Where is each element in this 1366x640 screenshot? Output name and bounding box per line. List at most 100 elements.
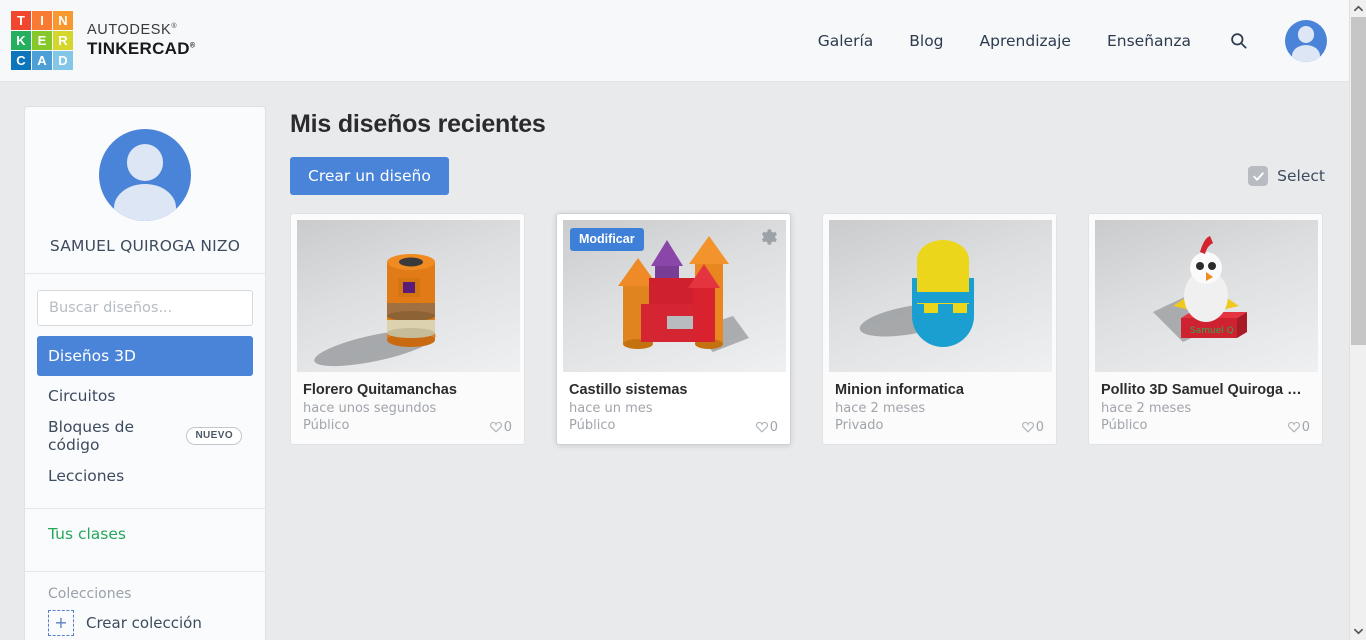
design-time: hace unos segundos: [303, 401, 437, 416]
design-meta-text: hace un mes Público: [569, 401, 653, 435]
like-count: 0: [1301, 419, 1310, 435]
design-meta: hace un mes Público 0: [569, 401, 778, 435]
design-visibility: Público: [303, 417, 350, 433]
svg-text:Samuel Q: Samuel Q: [1190, 326, 1234, 336]
design-card[interactable]: Modificar Castillo sistemas hace un mes …: [556, 213, 791, 445]
brand-tinkercad-label: TINKERCAD: [87, 39, 190, 59]
logo-tile-e: E: [32, 31, 52, 50]
design-title: Florero Quitamanchas: [303, 382, 457, 398]
brand-wordmark: AUTODESK® TINKERCAD®: [87, 22, 195, 58]
scrollbar-thumb[interactable]: [1351, 17, 1366, 345]
collections-heading: Colecciones: [48, 586, 132, 602]
design-title: Minion informatica: [835, 382, 964, 398]
sidebar-item-label: Lecciones: [48, 467, 125, 485]
select-label: Select: [1277, 167, 1325, 185]
create-collection-button[interactable]: + Crear colección: [37, 606, 253, 640]
like-counter[interactable]: 0: [489, 420, 512, 435]
registered-mark-2: ®: [189, 42, 196, 50]
logo-tile-k: K: [11, 31, 31, 50]
logo-tile-c: C: [11, 51, 31, 70]
like-counter[interactable]: 0: [1287, 420, 1310, 435]
heart-icon: [755, 422, 768, 433]
sidebar-item-lecciones[interactable]: Lecciones: [37, 456, 253, 496]
sidebar-body: Diseños 3D Circuitos Bloques de código N…: [25, 274, 265, 640]
thumbnail-vase-render: [314, 254, 436, 367]
design-title: Castillo sistemas: [569, 382, 688, 398]
sidebar-avatar[interactable]: [99, 129, 191, 221]
logo-tile-a: A: [32, 51, 52, 70]
sidebar-classes-label: Tus clases: [48, 525, 126, 543]
select-checkbox[interactable]: [1248, 166, 1269, 186]
select-toggle[interactable]: Select: [1248, 166, 1325, 186]
designs-grid: Florero Quitamanchas hace unos segundos …: [290, 213, 1330, 445]
sidebar-item-disenos-3d[interactable]: Diseños 3D: [37, 336, 253, 376]
sidebar-profile: SAMUEL QUIROGA NIZO: [25, 107, 265, 274]
like-counter[interactable]: 0: [755, 420, 778, 435]
tinkercad-logo-grid: T I N K E R C A D: [11, 11, 73, 70]
design-meta: hace 2 meses Público 0: [1101, 401, 1310, 435]
design-card[interactable]: Florero Quitamanchas hace unos segundos …: [290, 213, 525, 445]
avatar[interactable]: [1285, 19, 1327, 62]
sidebar-item-bloques-de-codigo[interactable]: Bloques de código NUEVO: [37, 416, 253, 456]
sidebar-item-label: Circuitos: [48, 387, 116, 405]
design-meta-text: hace 2 meses Público: [1101, 401, 1191, 435]
nav-item-blog[interactable]: Blog: [909, 32, 943, 50]
logo-tile-i: I: [32, 11, 52, 30]
nav-item-ensenanza[interactable]: Enseñanza: [1107, 32, 1191, 50]
sidebar-item-label: Bloques de código: [48, 418, 134, 454]
sidebar-item-label: Diseños 3D: [48, 347, 136, 365]
heart-icon: [1287, 422, 1300, 433]
main-navigation: Galería Blog Aprendizaje Enseñanza: [818, 19, 1327, 62]
sidebar-username: SAMUEL QUIROGA NIZO: [49, 237, 241, 255]
brand-logo[interactable]: T I N K E R C A D AUTODESK® TINKERCAD®: [11, 11, 195, 70]
registered-mark-1: ®: [171, 23, 178, 31]
design-visibility: Público: [569, 417, 616, 433]
design-card-info: Castillo sistemas hace un mes Público 0: [563, 372, 784, 444]
design-card-info: Minion informatica hace 2 meses Privado …: [829, 372, 1050, 444]
like-counter[interactable]: 0: [1021, 420, 1044, 435]
design-meta-text: hace 2 meses Privado: [835, 401, 925, 435]
heart-icon: [489, 422, 502, 433]
design-meta-text: hace unos segundos Público: [303, 401, 436, 435]
design-time: hace 2 meses: [1101, 401, 1192, 416]
sidebar-nav: Diseños 3D Circuitos Bloques de código N…: [37, 336, 253, 496]
sidebar-avatar-head: [126, 143, 164, 181]
sidebar-item-circuitos[interactable]: Circuitos: [37, 376, 253, 416]
logo-tile-t: T: [11, 11, 31, 30]
design-visibility: Privado: [835, 417, 884, 433]
design-card[interactable]: Samuel Q Pollito 3D Samuel Quiroga Nizo: [1088, 213, 1323, 445]
like-count: 0: [503, 419, 512, 435]
design-visibility: Público: [1101, 417, 1148, 433]
top-header: T I N K E R C A D AUTODESK® TINKERCAD® G…: [0, 0, 1349, 82]
design-card-info: Pollito 3D Samuel Quiroga Nizo hace 2 me…: [1095, 372, 1316, 444]
like-count: 0: [1035, 419, 1044, 435]
logo-tile-d: D: [53, 51, 73, 70]
sidebar: SAMUEL QUIROGA NIZO Diseños 3D Circuitos…: [24, 106, 266, 640]
design-thumbnail: [297, 220, 520, 372]
design-thumbnail: Modificar: [563, 220, 786, 372]
nav-item-galeria[interactable]: Galería: [818, 32, 874, 50]
search-input[interactable]: [37, 290, 253, 326]
search-icon[interactable]: [1227, 30, 1249, 52]
nav-item-aprendizaje[interactable]: Aprendizaje: [980, 32, 1071, 50]
app-root: T I N K E R C A D AUTODESK® TINKERCAD® G…: [0, 0, 1366, 640]
design-meta: hace unos segundos Público 0: [303, 401, 512, 435]
gear-icon[interactable]: [758, 227, 778, 251]
brand-autodesk-label: AUTODESK: [87, 22, 172, 39]
sidebar-item-tus-clases[interactable]: Tus clases: [37, 509, 253, 559]
design-meta: hace 2 meses Privado 0: [835, 401, 1044, 435]
plus-icon: +: [48, 610, 74, 636]
edit-design-button[interactable]: Modificar: [570, 228, 644, 251]
main-content: Mis diseños recientes Crear un diseño Se…: [290, 110, 1330, 445]
create-collection-label: Crear colección: [86, 614, 202, 632]
page-scrollbar[interactable]: [1349, 0, 1366, 640]
design-thumbnail: [829, 220, 1052, 372]
logo-tile-r: R: [53, 31, 73, 50]
design-card[interactable]: Minion informatica hace 2 meses Privado …: [822, 213, 1057, 445]
thumbnail-minion-render: [859, 240, 974, 347]
create-design-button[interactable]: Crear un diseño: [290, 157, 449, 195]
logo-tile-n: N: [53, 11, 73, 30]
scroll-up-icon[interactable]: [1350, 0, 1366, 17]
brand-tinkercad-text: TINKERCAD®: [87, 39, 195, 59]
scroll-down-icon[interactable]: [1350, 623, 1366, 640]
